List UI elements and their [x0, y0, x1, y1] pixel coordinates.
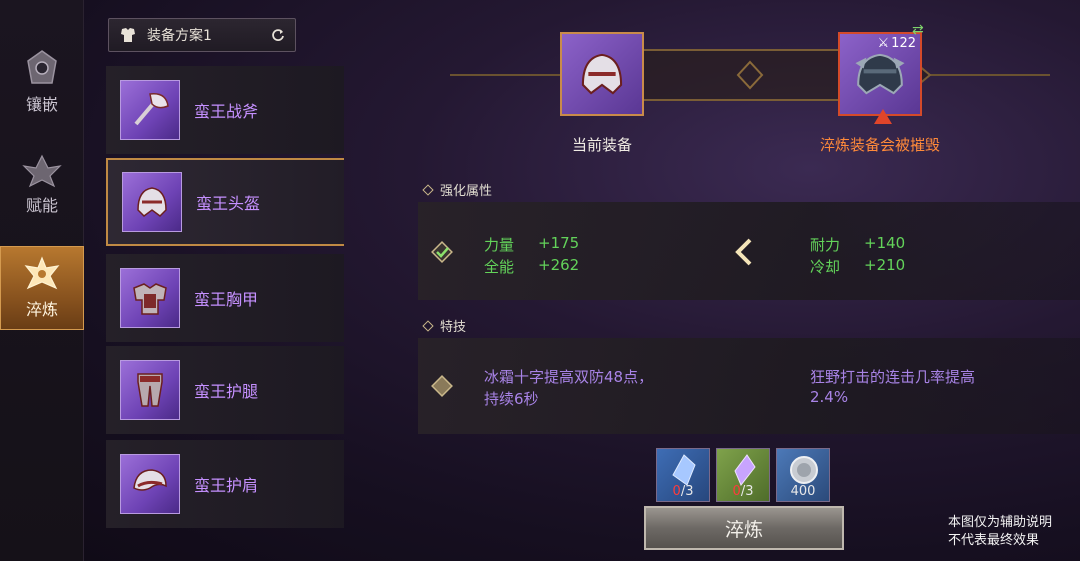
section-skill-label: 特技	[440, 320, 467, 335]
gem-socket-icon	[27, 50, 57, 84]
equip-icon-frame	[120, 360, 180, 420]
material-amount: 400	[790, 484, 816, 499]
empower-icon	[22, 154, 62, 188]
compare-banner-ornament	[450, 49, 1050, 101]
checkbox-checked-icon[interactable]	[430, 240, 454, 264]
diamond-icon	[422, 183, 434, 196]
material-need: /3	[740, 484, 754, 499]
section-enhance-label: 强化属性	[440, 184, 493, 199]
item-level: 122	[891, 36, 916, 51]
equip-name: 蛮王护腿	[194, 382, 259, 401]
chevron-left-icon	[735, 238, 752, 266]
stat-name: 力量	[484, 236, 515, 254]
dark-helmet-icon	[855, 53, 905, 95]
equip-name: 蛮王胸甲	[194, 290, 259, 309]
equip-item-legs[interactable]: 蛮王护腿	[106, 346, 344, 434]
enhance-panel: 力量 +175 全能 +262 耐力 +140 冷却 +210	[418, 202, 1080, 300]
material-slot[interactable]: 0/3	[716, 448, 770, 502]
material-slot[interactable]: 0/3	[656, 448, 710, 502]
stat-value: +175	[538, 234, 580, 252]
leg-armor-icon	[137, 373, 163, 407]
swap-icon[interactable]: ⇄	[912, 22, 924, 38]
stat-value: +210	[864, 256, 906, 274]
checkbox-empty-icon[interactable]	[430, 374, 454, 398]
level-badge: ⚔ 122	[878, 36, 916, 51]
stat-name: 全能	[484, 258, 515, 276]
axe-icon	[134, 93, 169, 126]
disclaimer-line1: 本图仅为辅助说明	[948, 515, 1053, 530]
current-equip-slot[interactable]	[560, 32, 644, 116]
stat-value: +262	[538, 256, 580, 274]
skill-current-line1: 冰霜十字提高双防48点，	[484, 368, 654, 386]
equip-icon-frame	[120, 454, 180, 514]
skill-current-line2: 持续6秒	[484, 390, 539, 408]
stat-name: 耐力	[810, 236, 841, 254]
materials-row: 0/3 0/3 400	[656, 448, 830, 502]
disclaimer-line2: 不代表最终效果	[948, 533, 1040, 548]
helmet-icon	[581, 53, 623, 95]
disclaimer-note: 本图仅为辅助说明 不代表最终效果	[948, 514, 1052, 550]
current-equip-label: 当前装备	[571, 136, 632, 154]
armor-icon	[121, 28, 135, 42]
equip-plan-label: 装备方案1	[147, 28, 212, 44]
equip-plan-selector[interactable]: 装备方案1	[108, 18, 296, 52]
equip-name: 蛮王护肩	[194, 476, 259, 495]
material-count: 0/3	[733, 484, 754, 499]
stat-name: 冷却	[810, 258, 841, 276]
helmet-icon	[137, 187, 167, 217]
equip-icon-frame	[120, 80, 180, 140]
material-have: 0	[732, 484, 741, 499]
refine-icon	[24, 256, 60, 290]
refresh-icon[interactable]	[271, 28, 285, 42]
material-slot[interactable]: 400	[776, 448, 830, 502]
material-count: 0/3	[673, 484, 694, 499]
section-enhance-title: 强化属性	[422, 180, 493, 199]
equip-item-helmet[interactable]: 蛮王头盔	[106, 158, 344, 246]
diamond-icon	[422, 319, 434, 332]
blue-crystal-icon	[672, 454, 696, 486]
skill-panel: 冰霜十字提高双防48点， 持续6秒 狂野打击的连击几率提高 2.4%	[418, 338, 1080, 434]
nav-item-refine[interactable]: 淬炼	[0, 246, 84, 330]
nav-label-inlay: 镶嵌	[25, 95, 58, 114]
equipment-list: 装备方案1 蛮王战斧 蛮王头盔 蛮王胸甲 蛮王护腿 蛮王护肩	[100, 0, 350, 561]
left-nav: 镶嵌 赋能 淬炼	[0, 0, 84, 561]
shoulder-armor-icon	[133, 469, 167, 491]
material-have: 0	[672, 484, 681, 499]
stat-value: +140	[864, 234, 906, 252]
chest-armor-icon	[133, 283, 167, 315]
skill-target-line2: 2.4%	[810, 388, 849, 406]
material-need: /3	[680, 484, 694, 499]
silver-coin-icon	[790, 456, 818, 484]
nav-label-empower: 赋能	[25, 196, 58, 215]
swords-icon: ⚔	[877, 36, 890, 51]
refine-button[interactable]: 淬炼	[644, 506, 844, 550]
warning-icon	[874, 109, 892, 124]
equip-item-chest[interactable]: 蛮王胸甲	[106, 254, 344, 342]
equip-item-shoulder[interactable]: 蛮王护肩	[106, 440, 344, 528]
nav-item-inlay[interactable]: 镶嵌	[0, 40, 84, 124]
equip-name: 蛮王头盔	[196, 194, 261, 213]
equip-icon-frame	[120, 268, 180, 328]
destroy-warning-label: 淬炼装备会被摧毁	[819, 136, 940, 154]
nav-label-refine: 淬炼	[25, 300, 58, 319]
nav-item-empower[interactable]: 赋能	[0, 142, 84, 226]
equip-icon-frame	[122, 172, 182, 232]
equip-item-axe[interactable]: 蛮王战斧	[106, 66, 344, 154]
skill-target-line1: 狂野打击的连击几率提高	[810, 368, 976, 386]
equip-name: 蛮王战斧	[194, 102, 259, 121]
refine-material-slot[interactable]: ⚔ 122	[838, 32, 922, 124]
section-skill-title: 特技	[422, 316, 467, 335]
purple-crystal-icon	[734, 454, 756, 486]
